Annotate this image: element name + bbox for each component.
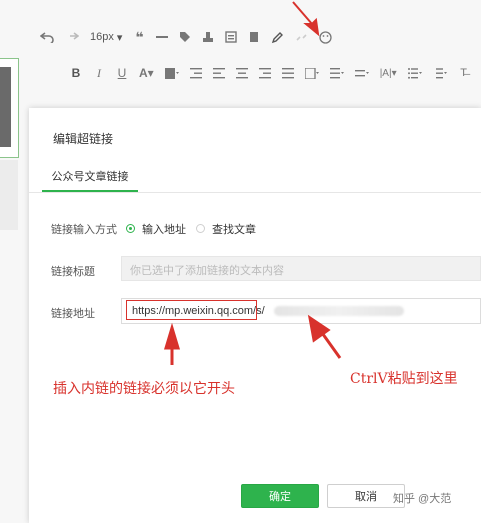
annotation-paste-note: CtrlV粘贴到这里 <box>350 371 458 387</box>
underline-icon[interactable]: U <box>116 65 128 81</box>
left-preview-panel <box>0 58 19 158</box>
redacted-url-suffix <box>274 306 404 316</box>
paragraph-spacing-icon[interactable] <box>354 65 369 81</box>
line-spacing-icon[interactable] <box>329 65 344 81</box>
radio-input-address-label[interactable]: 输入地址 <box>142 221 186 237</box>
link-method-label: 链接输入方式 <box>51 224 117 236</box>
zhihu-watermark: 知乎 @大范 <box>393 493 452 505</box>
template-icon[interactable] <box>225 29 238 45</box>
radio-search-article-label[interactable]: 查找文章 <box>212 221 256 237</box>
radio-search-article[interactable] <box>196 224 205 233</box>
align-center-icon[interactable] <box>235 65 248 81</box>
tab-official-account-article-link[interactable]: 公众号文章链接 <box>42 162 138 192</box>
preview-thumbnail <box>0 67 11 147</box>
undo-icon[interactable] <box>40 29 54 45</box>
stamp-icon[interactable] <box>202 29 214 45</box>
left-side-strip <box>0 160 18 230</box>
italic-icon[interactable]: I <box>93 65 105 81</box>
toolbar-row-1: 16px ▾ ❝ <box>40 24 343 50</box>
redo-icon[interactable] <box>65 29 79 45</box>
annotation-prefix-note: 插入内链的链接必须以它开头 <box>53 381 235 397</box>
paragraph-format-icon[interactable] <box>304 65 319 81</box>
align-right-icon[interactable] <box>258 65 271 81</box>
unlink-icon[interactable] <box>295 29 308 45</box>
letter-spacing-icon[interactable]: |A|▾ <box>380 65 397 81</box>
edit-hyperlink-dialog: 编辑超链接 公众号文章链接 链接输入方式 输入地址 查找文章 链接标题 你已选中… <box>29 108 481 523</box>
align-left-icon[interactable] <box>212 65 225 81</box>
tag-icon[interactable] <box>179 29 191 45</box>
emoji-icon[interactable] <box>319 29 333 45</box>
background-color-icon[interactable] <box>164 65 179 81</box>
font-size-select[interactable]: 16px ▾ <box>90 29 122 45</box>
horizontal-rule-icon[interactable] <box>156 29 169 45</box>
link-address-label: 链接地址 <box>51 308 95 320</box>
link-address-input[interactable]: https://mp.weixin.qq.com/s/ <box>121 298 481 324</box>
font-size-value: 16px <box>90 31 114 43</box>
unordered-list-icon[interactable] <box>407 65 422 81</box>
dialog-title: 编辑超链接 <box>53 132 114 146</box>
link-title-label: 链接标题 <box>51 266 95 278</box>
link-title-input[interactable]: 你已选中了添加链接的文本内容 <box>121 256 481 281</box>
pencil-link-icon[interactable] <box>271 29 284 45</box>
toolbar-row-2: B I U A▾ |A|▾ T̶ <box>70 60 481 86</box>
ordered-list-icon[interactable] <box>433 65 447 81</box>
font-color-icon[interactable]: A▾ <box>139 65 154 81</box>
bold-icon[interactable]: B <box>70 65 82 81</box>
ok-button[interactable]: 确定 <box>241 484 319 508</box>
dialog-tabs: 公众号文章链接 <box>29 162 481 193</box>
indent-icon[interactable] <box>189 65 202 81</box>
clear-format-icon[interactable]: T̶ <box>458 65 470 81</box>
document-icon[interactable] <box>248 29 260 45</box>
quote-icon[interactable]: ❝ <box>133 29 145 45</box>
justify-icon[interactable] <box>281 65 294 81</box>
radio-input-address[interactable] <box>126 224 135 233</box>
url-prefix-highlight-box <box>126 300 257 320</box>
